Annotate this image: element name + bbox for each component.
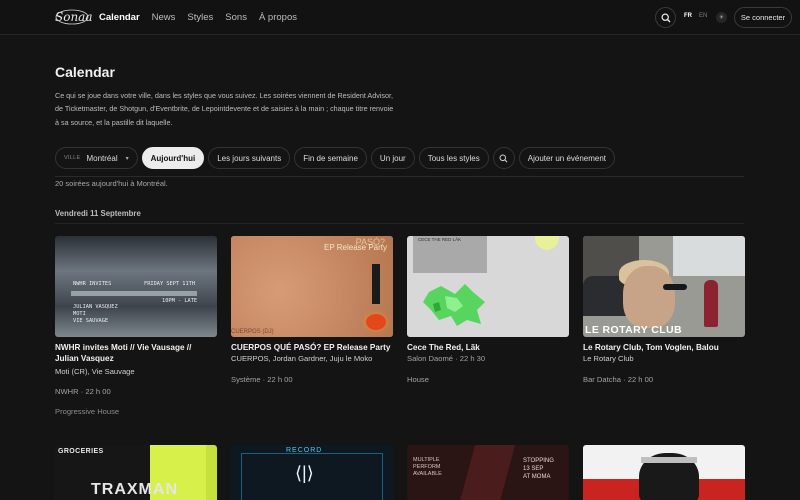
event-venue-time: NWHR · 22 h 00	[55, 387, 111, 396]
event-thumbnail[interactable]: LE ROTARY CLUB	[583, 236, 745, 337]
thumb-headband	[641, 457, 697, 463]
thumb-person	[704, 280, 718, 327]
brand-logo[interactable]: Sonaa	[55, 8, 93, 26]
event-thumbnail[interactable]: MULTIPLE PERFORM AVAILABLE STOPPING 13 S…	[407, 445, 569, 500]
thumb-face	[623, 266, 675, 328]
thumb-figure	[423, 284, 485, 326]
filter-one-day[interactable]: Un jour	[370, 147, 415, 169]
search-button[interactable]	[655, 7, 676, 28]
day-divider	[55, 223, 744, 224]
event-artists: CUERPOS, Jordan Gardner, Juju le Moko	[231, 354, 373, 363]
thumb-text: VIE SAUVAGE	[73, 318, 109, 324]
event-thumbnail[interactable]	[583, 445, 745, 500]
event-title[interactable]: NWHR invites Moti // Vie Vausage // Juli…	[55, 342, 217, 364]
thumb-emblem	[366, 314, 386, 330]
filter-today[interactable]: Aujourd'hui	[141, 147, 205, 169]
thumb-sky	[673, 236, 745, 276]
search-icon	[499, 153, 508, 162]
page-intro: Ce qui se joue dans votre ville, dans le…	[55, 91, 394, 127]
nav-item-about[interactable]: À propos	[259, 12, 297, 23]
thumb-bar	[71, 291, 197, 296]
event-venue-time: Système · 22 h 00	[231, 375, 293, 384]
lang-fr[interactable]: FR	[684, 13, 692, 19]
event-thumbnail[interactable]: PASÓ? EP Release Party CUERPOS (DJ)	[231, 236, 393, 337]
thumb-text: LE ROTARY CLUB	[585, 324, 682, 336]
thumb-strip	[372, 264, 380, 304]
event-style-tag: Progressive House	[55, 407, 120, 416]
thumb-text: NWHR INVITES	[73, 281, 112, 287]
event-thumbnail[interactable]: GROCERIES TRAXMAN	[55, 445, 217, 500]
top-navigation-bar: Sonaa Calendar News Styles Sons À propos…	[0, 0, 800, 35]
thumb-text: TRAXMAN	[91, 481, 178, 498]
add-event-button[interactable]: Ajouter un événement	[518, 147, 616, 169]
filter-search-button[interactable]	[492, 147, 515, 169]
event-title[interactable]: Cece The Red, Lãk	[407, 342, 569, 353]
thumb-text: RECORD	[286, 447, 323, 454]
event-artists: Le Rotary Club	[583, 354, 634, 363]
main-nav: Calendar News Styles Sons À propos	[99, 0, 309, 35]
logo-mark-icon: ⟨|⟩	[295, 463, 314, 483]
nav-item-calendar[interactable]: Calendar	[99, 12, 140, 23]
event-venue-time: Bar Datcha · 22 h 00	[583, 375, 654, 384]
event-title[interactable]: CUERPOS QUÉ PASÓ? EP Release Party	[231, 342, 393, 353]
lang-en[interactable]: EN	[699, 13, 707, 19]
event-style-tag: House	[407, 375, 429, 384]
thumb-side-strip	[206, 445, 217, 500]
login-button[interactable]: Se connecter	[734, 7, 792, 28]
event-venue-time: Salon Daomé · 22 h 30	[407, 354, 486, 363]
event-thumbnail[interactable]: CECE THE RED LÃK	[407, 236, 569, 337]
filter-all-styles[interactable]: Tous les styles	[418, 147, 489, 169]
event-thumbnail[interactable]: RECORD ⟨|⟩	[231, 445, 393, 500]
filter-bar: VILLE Montréal ▾ Aujourd'hui Les jours s…	[55, 147, 619, 169]
thumb-text: MOTI	[73, 311, 86, 317]
thumb-sunglasses	[663, 284, 687, 290]
thumb-text: GROCERIES	[58, 448, 104, 455]
thumb-text: EP Release Party	[324, 243, 387, 252]
chevron-down-icon: ▾	[125, 155, 129, 162]
event-thumbnail[interactable]: NWHR INVITES FRIDAY SEPT 11TH 10PM - LAT…	[55, 236, 217, 337]
thumb-text: MULTIPLE PERFORM AVAILABLE	[413, 457, 442, 477]
nav-item-news[interactable]: News	[152, 12, 176, 23]
event-title[interactable]: Le Rotary Club, Tom Voglen, Balou	[583, 342, 745, 353]
sun-icon: ☀	[718, 15, 725, 21]
theme-toggle[interactable]: ☀	[716, 12, 727, 23]
thumb-sun	[535, 236, 559, 250]
city-value: Montréal	[86, 153, 118, 163]
thumb-text: 10PM - LATE	[162, 298, 198, 304]
city-label: VILLE	[64, 155, 81, 161]
thumb-text: CUERPOS (DJ)	[231, 329, 274, 335]
nav-item-sons[interactable]: Sons	[225, 12, 247, 23]
thumb-branch	[458, 445, 516, 500]
search-icon	[660, 12, 670, 22]
thumb-text: CECE THE RED LÃK	[418, 237, 462, 242]
day-heading: Vendredi 11 Septembre	[55, 209, 141, 218]
thumb-text: FRIDAY SEPT 11TH	[144, 281, 196, 287]
filter-next-days[interactable]: Les jours suivants	[208, 147, 291, 169]
logo-text: Sonaa	[55, 10, 93, 24]
page-title: Calendar	[55, 64, 115, 80]
filter-weekend[interactable]: Fin de semaine	[294, 147, 367, 169]
city-select[interactable]: VILLE Montréal ▾	[55, 147, 138, 169]
thumb-text: JULIAN VASQUEZ	[73, 304, 118, 310]
nav-item-styles[interactable]: Styles	[187, 12, 213, 23]
results-count: 20 soirées aujourd'hui à Montréal.	[55, 179, 168, 188]
thumb-text: STOPPING 13 SEP AT MOMA	[523, 458, 554, 480]
event-artists: Moti (CR), Vie Sauvage	[55, 367, 135, 376]
filter-divider	[55, 176, 744, 177]
